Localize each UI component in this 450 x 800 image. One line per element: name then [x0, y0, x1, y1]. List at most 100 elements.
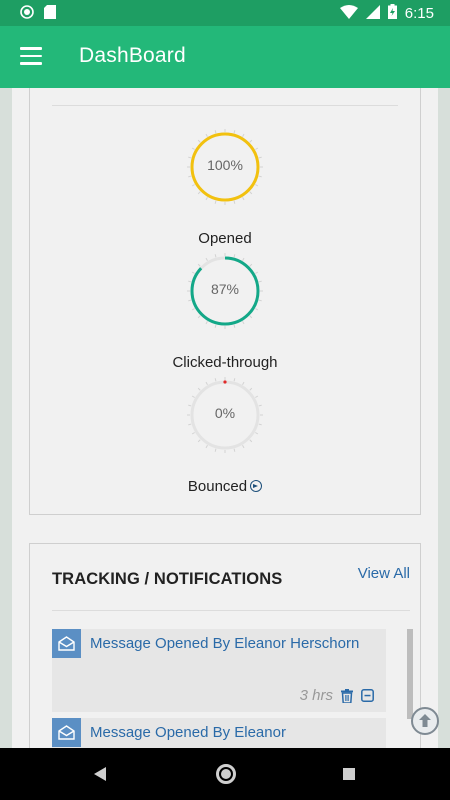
gauge-tick [188, 175, 192, 178]
gauge-tick [214, 130, 217, 134]
gauge-tick [205, 257, 208, 261]
gauge-tick [242, 381, 245, 385]
gauge-tick [205, 321, 208, 325]
arrow-up-circle-icon[interactable] [411, 707, 439, 735]
gauge-tick [197, 387, 201, 391]
gauge-bounced-label: Bounced [187, 478, 248, 495]
list-scrollbar[interactable] [407, 629, 413, 719]
gauge-tick [233, 378, 236, 382]
gauge-bounced-label-row[interactable]: Bounced [30, 478, 420, 495]
gauge-tick [242, 197, 245, 201]
arrow-circle-right-icon[interactable] [250, 480, 263, 492]
envelope-open-icon [52, 718, 81, 747]
gauge-tick [255, 184, 259, 187]
gauge-opened-value: 100% [207, 157, 243, 173]
gauge-tick [233, 200, 236, 204]
gauge-tick [233, 448, 236, 452]
gauge-tick [242, 321, 245, 325]
gauge-tick [255, 308, 259, 311]
envelope-open-icon [52, 629, 81, 658]
tracking-card: TRACKING / NOTIFICATIONS View All Messag… [29, 543, 421, 748]
gauge-tick [191, 308, 195, 311]
gauge-tick [242, 445, 245, 449]
gauge-tick [255, 271, 259, 274]
gauge-clicked: 87% [30, 253, 420, 329]
gauge-tick [205, 381, 208, 385]
gauge-tick [249, 315, 253, 319]
collapse-icon[interactable] [361, 689, 374, 702]
gauge-tick [191, 184, 195, 187]
gauge-tick [242, 133, 245, 137]
signal-icon [365, 4, 380, 22]
gauge-tick [191, 395, 195, 398]
notification-item[interactable]: Message Opened By Eleanor [52, 718, 386, 748]
gauge-tick [188, 299, 192, 302]
gauge-tick [191, 432, 195, 435]
gauge-tick [197, 439, 201, 443]
gauge-opened: 100% [30, 129, 420, 205]
status-bar: 6:15 [0, 0, 450, 26]
gauge-tick [214, 378, 217, 382]
sd-card-icon [44, 5, 56, 22]
gauge-tick [214, 448, 217, 452]
divider [52, 610, 410, 611]
divider [52, 105, 398, 106]
recent-apps-icon[interactable] [343, 768, 355, 780]
trash-icon[interactable] [341, 688, 353, 703]
gauge-bounced: 0% [30, 377, 420, 453]
gauge-clicked-value: 87% [210, 281, 240, 297]
tracking-heading: TRACKING / NOTIFICATIONS [52, 570, 283, 588]
gauge-tick [233, 254, 236, 258]
view-all-link[interactable]: View All [358, 565, 410, 582]
gauge-bounced-value: 0% [214, 405, 236, 421]
gauge-tick [191, 147, 195, 150]
notification-item[interactable]: Message Opened By Eleanor Herschorn 3 hr… [52, 629, 386, 712]
home-icon[interactable] [216, 764, 236, 784]
gauge-tick [205, 445, 208, 449]
gauge-tick [197, 263, 201, 267]
status-time: 6:15 [404, 4, 434, 22]
battery-charging-icon [387, 4, 397, 22]
stats-card: 100% Opened 87% Clicked-through 0% Bounc… [29, 88, 421, 515]
gauge-tick [197, 191, 201, 195]
gauge-tick [214, 324, 217, 328]
gauge-tick [249, 191, 253, 195]
gauge-tick [249, 263, 253, 267]
gauge-tick [255, 147, 259, 150]
gauge-tick [258, 299, 262, 302]
gauge-tick [255, 432, 259, 435]
gauge-tick [249, 387, 253, 391]
gauge-tick [197, 139, 201, 143]
gauge-tick [214, 200, 217, 204]
notification-time: 3 hrs [299, 687, 333, 704]
gauge-tick [242, 257, 245, 261]
scroll-pane: 100% Opened 87% Clicked-through 0% Bounc… [12, 88, 438, 748]
gauge-tick [188, 423, 192, 426]
notification-meta: 3 hrs [300, 687, 374, 704]
gauge-tick [205, 133, 208, 137]
sync-icon [20, 5, 34, 22]
gauge-tick [249, 439, 253, 443]
gauge-tick [205, 197, 208, 201]
gauge-tick [233, 324, 236, 328]
dashboard-content[interactable]: 100% Opened 87% Clicked-through 0% Bounc… [0, 88, 450, 748]
back-icon[interactable] [94, 767, 106, 781]
gauge-tick [258, 423, 262, 426]
gauge-tick [214, 254, 217, 258]
gauge-tick [197, 315, 201, 319]
wifi-icon [339, 4, 358, 22]
gauge-zero-marker [223, 380, 227, 384]
notification-message[interactable]: Message Opened By Eleanor [90, 722, 360, 743]
gauge-clicked-label: Clicked-through [172, 354, 278, 371]
notification-message[interactable]: Message Opened By Eleanor Herschorn [90, 633, 360, 654]
gauge-opened-label: Opened [198, 230, 252, 247]
app-title: DashBoard [79, 44, 186, 67]
gauge-tick [255, 395, 259, 398]
app-bar: DashBoard [0, 26, 450, 88]
system-nav-bar [0, 748, 450, 800]
gauge-tick [233, 130, 236, 134]
gauge-tick [249, 139, 253, 143]
gauge-tick [258, 175, 262, 178]
hamburger-menu-icon[interactable] [20, 47, 42, 65]
gauge-tick [191, 271, 195, 274]
